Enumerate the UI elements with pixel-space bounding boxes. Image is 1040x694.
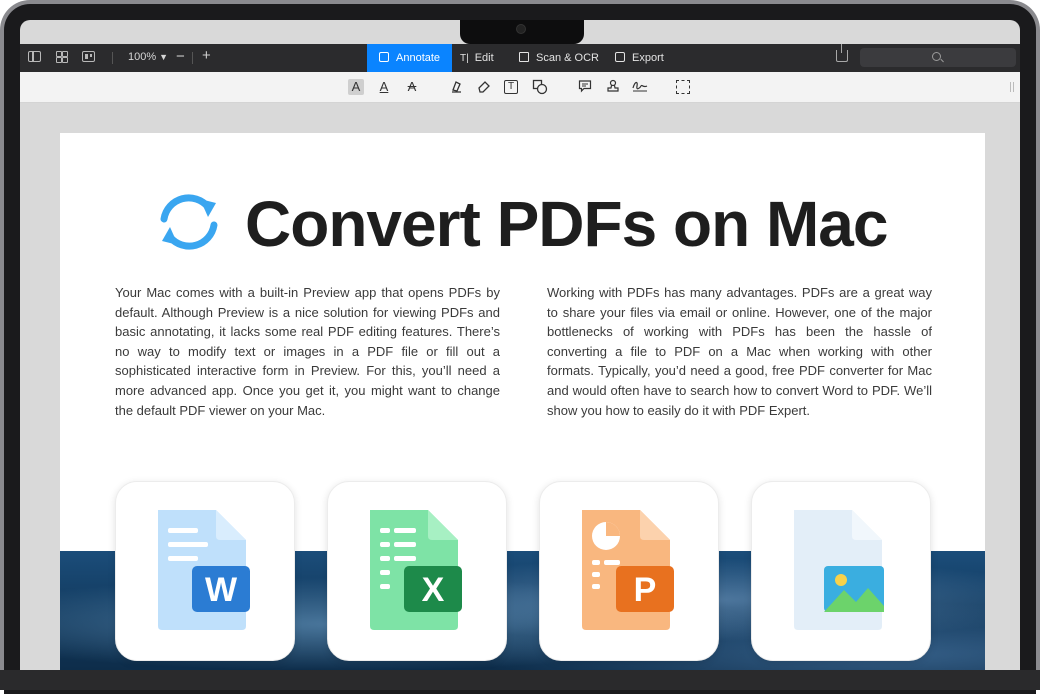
tool-glyph: A: [379, 79, 389, 94]
camera-icon: [516, 24, 526, 34]
paragraph-right: Working with PDFs has many advantages. P…: [547, 285, 932, 418]
signature-icon[interactable]: [632, 79, 648, 95]
stamp-icon[interactable]: [605, 79, 621, 95]
page-title: Convert PDFs on Mac: [245, 188, 888, 260]
page-layout-icon[interactable]: [82, 51, 95, 62]
zoom-value: 100%: [128, 51, 157, 63]
excel-file-icon: X: [370, 510, 462, 630]
word-badge-letter: W: [205, 571, 238, 609]
tool-glyph: A: [407, 79, 417, 94]
file-card-excel: X: [327, 481, 507, 661]
text-highlight-icon[interactable]: A: [348, 79, 364, 95]
word-file-icon: W: [158, 510, 250, 630]
search-icon: [932, 52, 941, 61]
text-underline-icon[interactable]: A: [376, 79, 392, 95]
share-icon[interactable]: [836, 44, 848, 62]
tab-annotate[interactable]: Annotate: [367, 44, 453, 72]
toolbar-divider: [192, 52, 193, 64]
toolbar-divider: [112, 52, 113, 64]
text-box-icon[interactable]: T: [504, 80, 518, 94]
file-card-powerpoint: P: [539, 481, 719, 661]
comment-icon[interactable]: [577, 79, 593, 95]
area-select-icon[interactable]: [676, 80, 690, 94]
main-toolbar: 100% ▼ − + Annotate T| Edit Scan & OCR Exp…: [20, 44, 1020, 72]
search-input[interactable]: [860, 48, 1016, 67]
file-card-word: W: [115, 481, 295, 661]
highlighter-pen-icon[interactable]: [449, 79, 465, 95]
tab-scan-ocr[interactable]: Scan & OCR: [519, 44, 599, 72]
zoom-in-button[interactable]: +: [202, 47, 211, 64]
tab-edit[interactable]: T| Edit: [460, 44, 494, 72]
annotate-icon: [379, 52, 389, 62]
export-icon: [615, 52, 625, 62]
tab-label: Scan & OCR: [536, 52, 599, 64]
powerpoint-badge-letter: P: [634, 571, 657, 609]
sidebar-toggle-icon[interactable]: [28, 51, 41, 62]
eraser-icon[interactable]: [476, 79, 492, 95]
powerpoint-file-icon: P: [582, 510, 674, 630]
laptop-base: [0, 670, 1040, 690]
tab-export[interactable]: Export: [615, 44, 664, 72]
app-window: 100% ▼ − + Annotate T| Edit Scan & OCR Exp…: [20, 20, 1020, 670]
zoom-dropdown[interactable]: 100% ▼: [128, 51, 168, 63]
excel-badge-letter: X: [422, 571, 445, 609]
convert-arrows-icon: [160, 194, 218, 250]
image-file-icon: [794, 510, 884, 630]
camera-notch: [460, 20, 584, 44]
text-strikethrough-icon[interactable]: A: [404, 79, 420, 95]
text-cursor-icon: T|: [460, 53, 469, 64]
tab-label: Edit: [474, 52, 494, 64]
zoom-out-button[interactable]: −: [176, 48, 185, 65]
pdf-page: Convert PDFs on Mac Your Mac comes with …: [60, 133, 985, 670]
annotate-toolbar: A A A T: [20, 72, 1020, 103]
paragraph-left: Your Mac comes with a built-in Preview a…: [115, 285, 500, 418]
thumbnails-grid-icon[interactable]: [56, 51, 70, 63]
chevron-down-icon: ▼: [159, 52, 169, 62]
tool-glyph: T: [507, 81, 515, 92]
tab-label: Export: [632, 52, 664, 64]
scan-document-icon: [519, 52, 529, 62]
tab-label: Annotate: [396, 52, 441, 64]
file-card-image: [751, 481, 931, 661]
shapes-icon[interactable]: [532, 79, 548, 95]
tool-glyph: A: [351, 79, 361, 94]
toolbar-grip[interactable]: [1010, 82, 1014, 92]
